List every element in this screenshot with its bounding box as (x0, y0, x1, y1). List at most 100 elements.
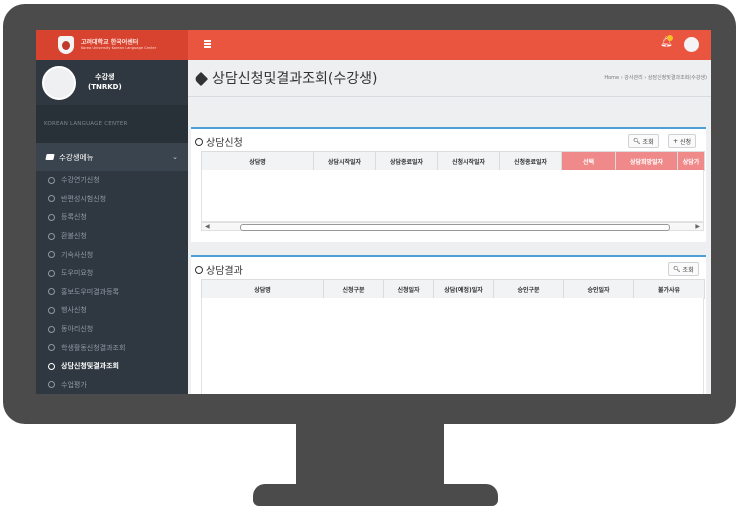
column-header[interactable]: 승인구분 (493, 279, 564, 299)
column-header[interactable]: 신청일자 (383, 279, 434, 299)
sidebar-item-label: 동아리신청 (61, 325, 94, 334)
result-table-body (201, 298, 704, 394)
circle-icon (48, 344, 55, 352)
circle-icon (48, 362, 55, 370)
sidebar-item[interactable]: 기숙사신청 (36, 245, 188, 264)
apply-panel: 상담신청 🔍︎ 조회 + 신청 상담명 상담시작일자 상담종료일자 신청시작일자 신청종… (191, 127, 706, 242)
sidebar-item-label: 반편성시험신청 (61, 194, 107, 203)
screen: 고려대학교 한국어센터 Korea University Korean Lang… (36, 30, 711, 394)
sidebar-item-label: 홍보도우미결과등록 (61, 287, 119, 296)
circle-icon (48, 269, 55, 277)
chevron-down-icon: ⌄ (172, 153, 178, 161)
result-search-label: 조회 (682, 266, 694, 274)
sidebar-item[interactable]: 홍보도우미결과등록 (36, 283, 188, 302)
column-header[interactable]: 신청시작일자 (437, 151, 500, 171)
column-header[interactable]: 상담명 (201, 279, 324, 299)
user-avatar-icon[interactable] (684, 37, 699, 52)
sidebar-item[interactable]: 도우미요청 (36, 264, 188, 283)
circle-icon (195, 138, 203, 146)
circle-icon (48, 251, 55, 259)
monitor-stand-base (253, 484, 498, 506)
column-header[interactable]: 상담(예정)일자 (433, 279, 494, 299)
university-emblem-icon (58, 36, 74, 54)
folder-icon (45, 154, 55, 160)
circle-icon (48, 232, 55, 240)
column-header[interactable]: 신청구분 (323, 279, 384, 299)
sidebar-item[interactable]: 반편성시험신청 (36, 190, 188, 209)
center-label: KOREAN LANGUAGE CENTER (36, 105, 188, 143)
sidebar-item-label: 상담신청및결과조회 (61, 362, 119, 371)
column-header[interactable]: 승인일자 (563, 279, 634, 299)
logo-english: Korea University Korean Language Center (81, 45, 157, 50)
avatar[interactable] (42, 65, 76, 100)
menu-header[interactable]: 수강생메뉴 ⌄ (36, 143, 188, 171)
column-header[interactable]: 상담가 (677, 151, 705, 171)
hamburger-menu-icon[interactable] (204, 40, 211, 48)
circle-icon (195, 266, 203, 274)
logo-bar[interactable]: 고려대학교 한국어센터 Korea University Korean Lang… (36, 30, 188, 60)
profile-role: 수강생 (95, 73, 115, 82)
result-panel: 상담결과 🔍︎ 조회 상담명 신청구분 신청일자 상담(예정)일자 승인구분 승인일자 불가… (191, 255, 706, 394)
profile-text: 수강생 (TNRKD) (88, 73, 122, 91)
column-header[interactable]: 상담희망일자 (615, 151, 678, 171)
sidebar-item[interactable]: 상담신청및결과조회 (36, 357, 188, 376)
menu-list: 수강연기신청반편성시험신청등록신청환불신청기숙사신청도우미요청홍보도우미결과등록… (36, 171, 188, 394)
scroll-left-icon[interactable]: ◀ (205, 223, 210, 231)
apply-button[interactable]: + 신청 (668, 134, 696, 148)
circle-icon (48, 213, 55, 221)
result-panel-title-text: 상담결과 (206, 266, 243, 277)
breadcrumb: Home › 강사관리 › 상담신청및결과조회(수강생) (604, 75, 707, 81)
logo-korean: 고려대학교 한국어센터 (81, 38, 139, 46)
sidebar: 고려대학교 한국어센터 Korea University Korean Lang… (36, 30, 188, 394)
sidebar-item-label: 등록신청 (61, 213, 87, 222)
sidebar-item[interactable]: 수강연기신청 (36, 171, 188, 190)
apply-table-body (201, 170, 704, 222)
apply-panel-title-text: 상담신청 (206, 138, 243, 149)
horizontal-scrollbar[interactable]: ◀ ▶ (201, 222, 704, 231)
sidebar-item-label: 기숙사신청 (61, 250, 94, 259)
column-header[interactable]: 상담종료일자 (375, 151, 438, 171)
table-header-row: 상담명 상담시작일자 상담종료일자 신청시작일자 신청종료일자 선택 상담희망일자 상담가 (201, 151, 705, 171)
sidebar-item[interactable]: 학생활동신청결과조회 (36, 338, 188, 357)
column-header[interactable]: 선택 (561, 151, 616, 171)
menu-title: 수강생메뉴 (59, 152, 94, 162)
scroll-right-icon[interactable]: ▶ (695, 223, 700, 231)
tag-icon (193, 71, 209, 87)
search-button[interactable]: 🔍︎ 조회 (628, 134, 659, 148)
column-header[interactable]: 신청종료일자 (499, 151, 562, 171)
plus-icon: + (673, 137, 679, 145)
result-search-button[interactable]: 🔍︎ 조회 (668, 262, 699, 276)
sidebar-item[interactable]: 동아리신청 (36, 320, 188, 339)
sidebar-item-label: 수강연기신청 (61, 176, 100, 185)
sidebar-item-label: 수업평가 (61, 380, 87, 389)
sidebar-item[interactable]: 환불신청 (36, 227, 188, 246)
page-title: 상담신청및결과조회(수강생) (193, 68, 378, 88)
sidebar-item[interactable]: 등록신청 (36, 208, 188, 227)
circle-icon (48, 381, 55, 389)
monitor-stand-neck (296, 424, 444, 486)
sidebar-item-label: 도우미요청 (61, 269, 94, 278)
column-header[interactable]: 불가사유 (633, 279, 705, 299)
sidebar-item-label: 학생활동신청결과조회 (61, 343, 126, 352)
circle-icon (48, 195, 55, 203)
sidebar-item-label: 행사신청 (61, 306, 87, 315)
notification-badge (667, 35, 673, 41)
column-header[interactable]: 상담시작일자 (313, 151, 376, 171)
search-icon: 🔍︎ (633, 137, 641, 145)
circle-icon (48, 288, 55, 296)
column-header[interactable]: 상담명 (201, 151, 314, 171)
apply-button-label: 신청 (679, 138, 691, 146)
topbar: 🔔︎ (188, 30, 711, 60)
apply-panel-title: 상담신청 (195, 134, 243, 149)
search-button-label: 조회 (642, 138, 654, 146)
circle-icon (48, 325, 55, 333)
table-header-row: 상담명 신청구분 신청일자 상담(예정)일자 승인구분 승인일자 불가사유 (201, 279, 705, 299)
result-table: 상담명 신청구분 신청일자 상담(예정)일자 승인구분 승인일자 불가사유 (201, 279, 705, 299)
scrollbar-thumb[interactable] (240, 224, 670, 231)
result-panel-title: 상담결과 (195, 262, 243, 277)
sidebar-item[interactable]: 수업평가 (36, 376, 188, 394)
sidebar-item[interactable]: 행사신청 (36, 301, 188, 320)
page-title-text: 상담신청및결과조회(수강생) (212, 71, 378, 87)
apply-table: 상담명 상담시작일자 상담종료일자 신청시작일자 신청종료일자 선택 상담희망일자 상담가 (201, 151, 705, 171)
profile: 수강생 (TNRKD) (36, 60, 188, 105)
